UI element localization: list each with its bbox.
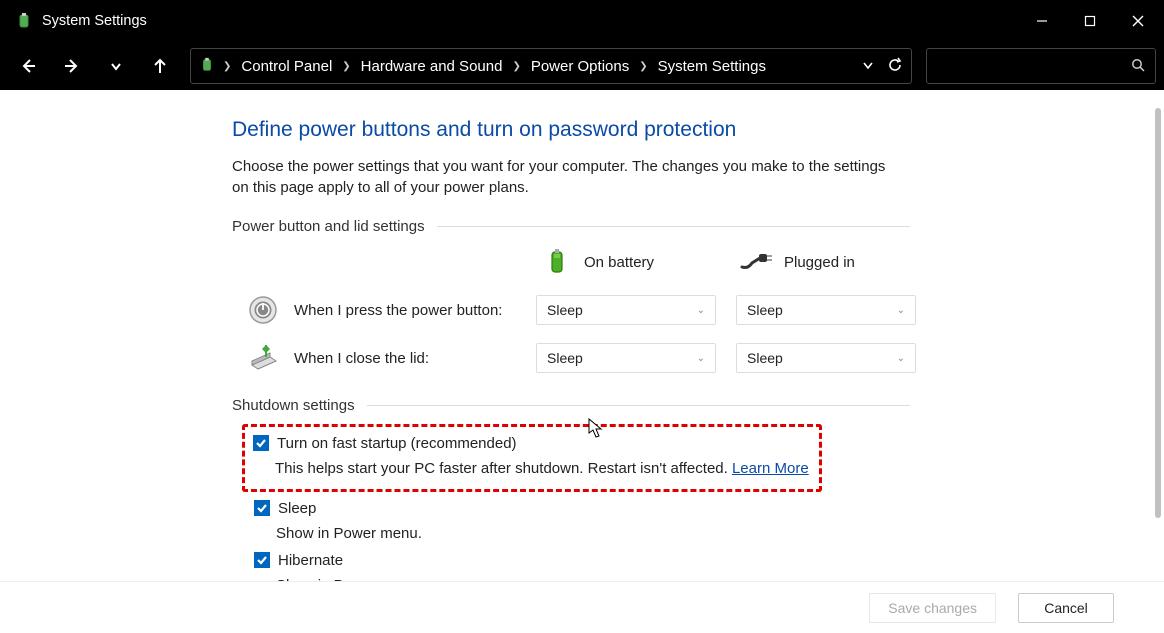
label-sleep: Sleep	[278, 498, 316, 519]
dropdown-power-button-plugged[interactable]: Sleep ⌄	[736, 295, 916, 325]
chevron-right-icon: ❯	[639, 61, 647, 72]
cancel-button[interactable]: Cancel	[1018, 593, 1114, 623]
label-hibernate: Hibernate	[278, 550, 343, 571]
column-plugged-in: Plugged in	[736, 245, 936, 279]
address-bar[interactable]: ❯ Control Panel ❯ Hardware and Sound ❯ P…	[190, 48, 912, 84]
crumb-hardware-sound[interactable]: Hardware and Sound	[361, 58, 503, 75]
page-description: Choose the power settings that you want …	[232, 156, 902, 198]
minimize-button[interactable]	[1018, 0, 1066, 42]
section-power-button-lid: Power button and lid settings	[232, 218, 910, 235]
chevron-down-icon: ⌄	[897, 305, 905, 316]
checkbox-fast-startup[interactable]	[253, 435, 269, 451]
breadcrumb: ❯ Control Panel ❯ Hardware and Sound ❯ P…	[223, 58, 766, 75]
search-icon	[1131, 58, 1145, 75]
power-options-icon	[199, 57, 215, 76]
maximize-button[interactable]	[1066, 0, 1114, 42]
search-input[interactable]	[926, 48, 1156, 84]
address-dropdown-button[interactable]	[861, 58, 875, 75]
page-title: Define power buttons and turn on passwor…	[232, 118, 910, 142]
up-button[interactable]	[140, 46, 180, 86]
content-area: Define power buttons and turn on passwor…	[0, 90, 1164, 633]
column-on-battery: On battery	[536, 245, 736, 279]
crumb-power-options[interactable]: Power Options	[531, 58, 629, 75]
chevron-down-icon: ⌄	[697, 353, 705, 364]
chevron-right-icon: ❯	[512, 61, 520, 72]
dropdown-lid-battery[interactable]: Sleep ⌄	[536, 343, 716, 373]
learn-more-link[interactable]: Learn More	[732, 460, 809, 477]
chevron-down-icon: ⌄	[697, 305, 705, 316]
row-power-button: When I press the power button:	[246, 293, 536, 327]
back-button[interactable]	[8, 46, 48, 86]
scrollbar-thumb[interactable]	[1155, 108, 1161, 518]
chevron-down-icon: ⌄	[897, 353, 905, 364]
forward-button[interactable]	[52, 46, 92, 86]
chevron-right-icon: ❯	[223, 61, 231, 72]
save-button[interactable]: Save changes	[869, 593, 996, 623]
recent-dropdown-button[interactable]	[96, 46, 136, 86]
power-button-icon	[246, 293, 280, 327]
battery-icon	[540, 245, 574, 279]
desc-fast-startup: This helps start your PC faster after sh…	[275, 458, 813, 479]
navbar: ❯ Control Panel ❯ Hardware and Sound ❯ P…	[0, 42, 1164, 90]
crumb-control-panel[interactable]: Control Panel	[241, 58, 332, 75]
desc-sleep: Show in Power menu.	[276, 523, 910, 544]
section-shutdown: Shutdown settings	[232, 397, 910, 414]
plug-icon	[740, 245, 774, 279]
section-label: Power button and lid settings	[232, 218, 425, 235]
dropdown-power-button-battery[interactable]: Sleep ⌄	[536, 295, 716, 325]
scrollbar[interactable]	[1150, 90, 1164, 570]
titlebar: System Settings	[0, 0, 1164, 42]
label-fast-startup: Turn on fast startup (recommended)	[277, 433, 517, 454]
crumb-system-settings[interactable]: System Settings	[658, 58, 766, 75]
highlight-annotation: Turn on fast startup (recommended) This …	[242, 424, 822, 492]
window-title: System Settings	[42, 13, 147, 29]
footer: Save changes Cancel	[0, 581, 1164, 633]
power-options-icon	[14, 11, 34, 31]
checkbox-sleep[interactable]	[254, 500, 270, 516]
dropdown-lid-plugged[interactable]: Sleep ⌄	[736, 343, 916, 373]
close-button[interactable]	[1114, 0, 1162, 42]
row-close-lid: When I close the lid:	[246, 341, 536, 375]
refresh-button[interactable]	[887, 57, 903, 76]
checkbox-hibernate[interactable]	[254, 552, 270, 568]
section-label: Shutdown settings	[232, 397, 355, 414]
chevron-right-icon: ❯	[342, 61, 350, 72]
laptop-lid-icon	[246, 341, 280, 375]
